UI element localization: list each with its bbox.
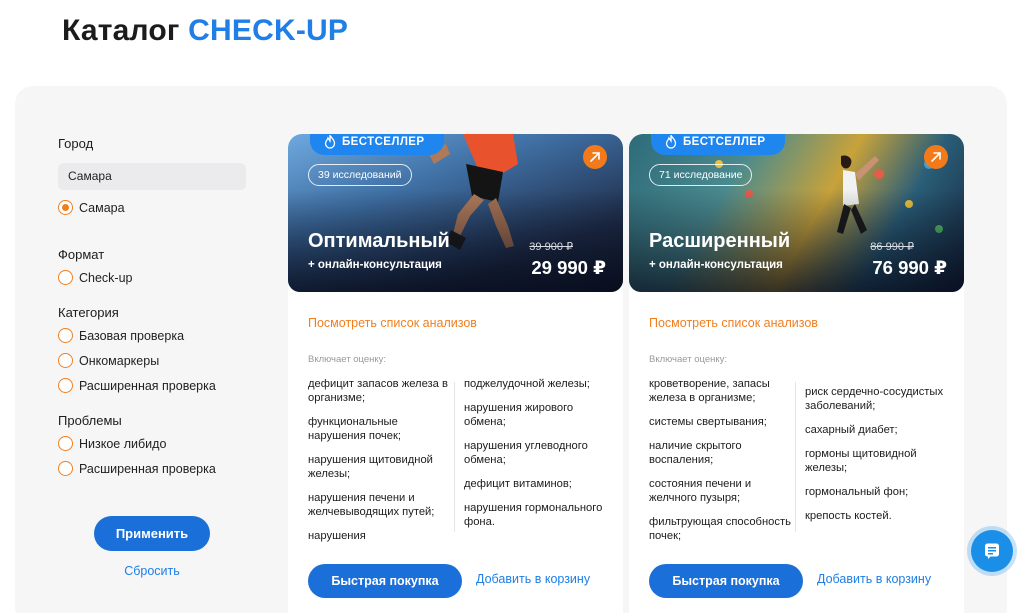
problem-option-label: Расширенная проверка (79, 461, 216, 476)
category-option-basic[interactable]: Базовая проверка (58, 323, 258, 348)
city-option[interactable]: Самара (58, 195, 258, 220)
includes-item: дефицит запасов железа в организме; (308, 378, 448, 404)
problem-option-label: Низкое либидо (79, 436, 167, 451)
radio-icon[interactable] (58, 270, 73, 285)
arrow-up-right-icon (931, 152, 941, 162)
view-tests-link[interactable]: Посмотреть список анализов (308, 316, 477, 330)
card-hero[interactable]: БЕСТСЕЛЛЕР 71 исследование Расширенный +… (629, 134, 964, 292)
radio-icon[interactable] (58, 328, 73, 343)
open-card-button[interactable] (924, 145, 948, 169)
includes-item: системы свертывания; (649, 416, 767, 428)
includes-item: нарушения углеводного обмена; (464, 440, 588, 466)
filter-heading-problems: Проблемы (58, 413, 122, 428)
includes-column-left: кроветворение, запасы железа в организме… (649, 377, 791, 553)
includes-item: нарушения жирового обмена; (464, 402, 574, 428)
radio-icon[interactable] (58, 461, 73, 476)
old-price: 86 990 ₽ (870, 241, 914, 253)
includes-label: Включает оценку: (308, 354, 387, 365)
study-count-pill: 39 исследований (308, 164, 412, 186)
includes-item: фильтрующая способность почек; (649, 516, 791, 542)
page-title: Каталог CHECK-UP (62, 14, 348, 48)
problem-option-libido[interactable]: Низкое либидо (58, 431, 258, 456)
chat-icon (985, 543, 999, 559)
includes-item: нарушения щитовидной железы; (308, 454, 433, 480)
page-title-main: Каталог (62, 14, 189, 47)
includes-column-right: риск сердечно-сосудистых заболеваний; са… (805, 385, 947, 533)
includes-item: гормоны щитовидной железы; (805, 448, 917, 474)
add-to-cart-link[interactable]: Добавить в корзину (817, 572, 931, 586)
column-divider (795, 382, 796, 532)
city-select[interactable]: Самара (58, 163, 246, 190)
arrow-up-right-icon (590, 152, 600, 162)
flame-icon (324, 135, 336, 149)
view-tests-link[interactable]: Посмотреть список анализов (649, 316, 818, 330)
category-option-label: Расширенная проверка (79, 378, 216, 393)
radio-icon[interactable] (58, 353, 73, 368)
category-option-label: Онкомаркеры (79, 353, 160, 368)
radio-checked-icon[interactable] (58, 200, 73, 215)
includes-item: дефицит витаминов; (464, 478, 572, 490)
includes-item: нарушения гормонального фона. (464, 502, 603, 528)
apply-button[interactable]: Применить (94, 516, 210, 551)
format-option-label: Check-up (79, 270, 133, 285)
filter-heading-format: Формат (58, 247, 105, 262)
page: Каталог CHECK-UP Город Самара Самара Фор… (0, 0, 1024, 613)
format-option-checkup[interactable]: Check-up (58, 265, 258, 290)
card-subtitle: + онлайн-консультация (649, 259, 783, 271)
includes-label: Включает оценку: (649, 354, 728, 365)
includes-item: состояния печени и желчного пузыря; (649, 478, 752, 504)
includes-column-left: дефицит запасов железа в организме; функ… (308, 377, 450, 553)
category-option-oncomarkers[interactable]: Онкомаркеры (58, 348, 258, 373)
includes-item: нарушения (308, 530, 366, 542)
badge-label: БЕСТСЕЛЛЕР (342, 136, 425, 148)
card-hero[interactable]: БЕСТСЕЛЛЕР 39 исследований Оптимальный +… (288, 134, 623, 292)
product-card-optimal: БЕСТСЕЛЛЕР 39 исследований Оптимальный +… (288, 134, 623, 613)
problem-option-extended[interactable]: Расширенная проверка (58, 456, 258, 481)
includes-item: нарушения печени и желчевыводящих путей; (308, 492, 435, 518)
filters-sidebar: Город Самара Самара Формат Check-up Кате… (58, 134, 258, 481)
reset-link[interactable]: Сбросить (94, 564, 210, 578)
bestseller-badge: БЕСТСЕЛЛЕР (651, 134, 786, 155)
badge-label: БЕСТСЕЛЛЕР (683, 136, 766, 148)
column-divider (454, 382, 455, 532)
study-count-pill: 71 исследование (649, 164, 753, 186)
old-price: 39 900 ₽ (529, 241, 573, 253)
includes-item: риск сердечно-сосудистых заболеваний; (805, 386, 944, 412)
current-price: 76 990 ₽ (872, 257, 947, 278)
add-to-cart-link[interactable]: Добавить в корзину (476, 572, 590, 586)
product-card-extended: БЕСТСЕЛЛЕР 71 исследование Расширенный +… (629, 134, 964, 613)
chat-button[interactable] (971, 530, 1013, 572)
city-option-label: Самара (79, 200, 125, 215)
includes-item: крепость костей. (805, 510, 892, 522)
includes-item: поджелудочной железы; (464, 378, 590, 390)
open-card-button[interactable] (583, 145, 607, 169)
radio-icon[interactable] (58, 378, 73, 393)
includes-item: кроветворение, запасы железа в организме… (649, 378, 770, 404)
includes-item: гормональный фон; (805, 486, 909, 498)
quick-buy-button[interactable]: Быстрая покупка (649, 564, 803, 598)
filter-heading-city: Город (58, 136, 94, 151)
current-price: 29 990 ₽ (531, 257, 606, 278)
category-option-label: Базовая проверка (79, 328, 185, 343)
filter-heading-category: Категория (58, 305, 119, 320)
includes-item: наличие скрытого воспаления; (649, 440, 742, 466)
radio-icon[interactable] (58, 436, 73, 451)
card-title: Расширенный (649, 230, 791, 252)
includes-column-right: поджелудочной железы; нарушения жирового… (464, 377, 606, 539)
bestseller-badge: БЕСТСЕЛЛЕР (310, 134, 445, 155)
flame-icon (665, 135, 677, 149)
card-subtitle: + онлайн-консультация (308, 259, 442, 271)
card-title: Оптимальный (308, 230, 450, 252)
quick-buy-button[interactable]: Быстрая покупка (308, 564, 462, 598)
includes-item: функциональные нарушения почек; (308, 416, 401, 442)
category-option-extended[interactable]: Расширенная проверка (58, 373, 258, 398)
page-title-accent: CHECK-UP (188, 14, 349, 47)
includes-item: сахарный диабет; (805, 424, 898, 436)
